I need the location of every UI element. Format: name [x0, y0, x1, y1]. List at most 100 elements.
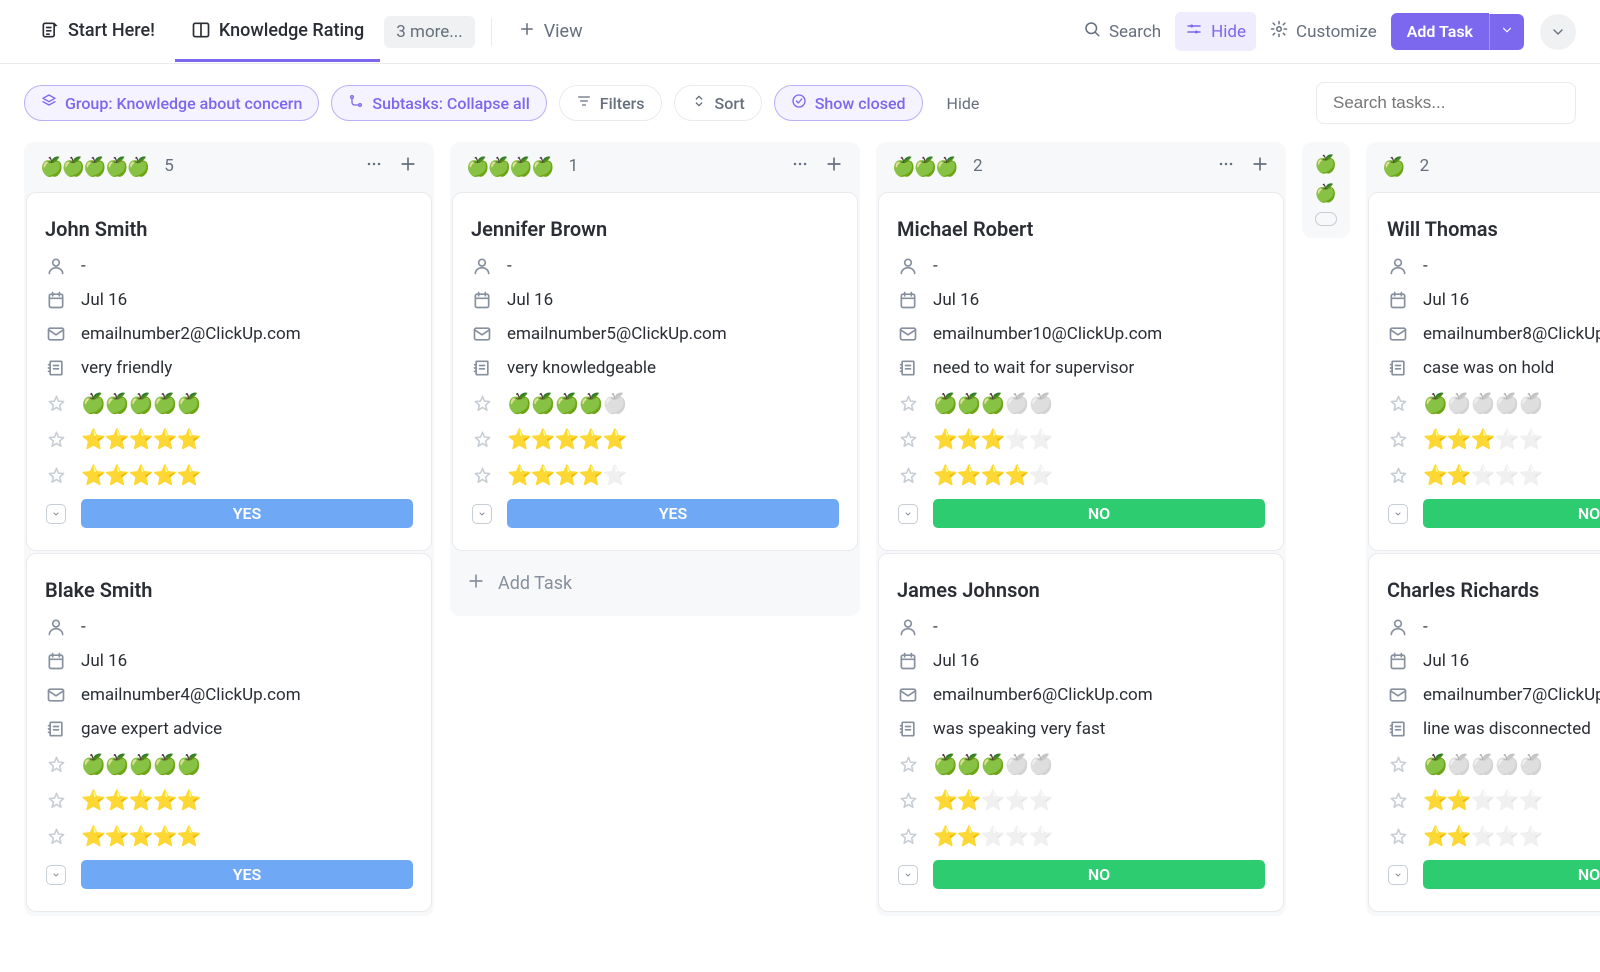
star-rating-1: ⭐⭐⭐⭐⭐: [507, 427, 627, 451]
assignee-icon: [45, 255, 67, 277]
column-more-icon[interactable]: [1216, 154, 1236, 178]
task-card[interactable]: Will Thomas - Jul 16 emailnumber8@ClickU…: [1368, 192, 1600, 551]
apple-rating: 🍏🍏🍏🍏🍏: [81, 752, 201, 776]
note-icon: [897, 718, 919, 740]
column-header[interactable]: 🍏🍏🍏🍏 1: [450, 142, 860, 190]
add-view-button[interactable]: View: [508, 12, 593, 51]
subtasks-label: Subtasks: Collapse all: [372, 94, 529, 113]
status-badge: NO: [933, 860, 1265, 889]
column-add-icon[interactable]: [1250, 154, 1270, 178]
board: 🍏🍏🍏🍏🍏 5 John Smith - Jul 16 emailnumber2…: [0, 142, 1600, 940]
search-button[interactable]: Search: [1073, 12, 1171, 51]
collapsed-column[interactable]: 🍏 🍏: [1302, 142, 1350, 238]
subtasks-chip[interactable]: Subtasks: Collapse all: [331, 85, 546, 121]
calendar-icon: [897, 650, 919, 672]
add-task-row[interactable]: Add Task: [452, 553, 858, 614]
star-icon: [897, 464, 919, 486]
assignee-value: -: [81, 256, 86, 276]
date-value: Jul 16: [507, 290, 553, 310]
tab-label: Knowledge Rating: [219, 20, 364, 41]
assignee-value: -: [81, 617, 86, 637]
column-more-icon[interactable]: [364, 154, 384, 178]
column-header[interactable]: 🍏🍏🍏🍏🍏 5: [24, 142, 434, 190]
star-rating-2: ⭐⭐⭐⭐⭐: [81, 824, 201, 848]
sort-chip[interactable]: Sort: [674, 85, 762, 121]
sort-label: Sort: [715, 94, 745, 113]
add-task-button[interactable]: Add Task: [1391, 13, 1524, 50]
star-rating-1: ⭐⭐⭐⭐⭐: [933, 788, 1053, 812]
divider: [491, 18, 492, 46]
group-chip[interactable]: Group: Knowledge about concern: [24, 85, 319, 121]
column-more-icon[interactable]: [790, 154, 810, 178]
star-rating-1: ⭐⭐⭐⭐⭐: [1423, 788, 1543, 812]
column-body: Jennifer Brown - Jul 16 emailnumber5@Cli…: [450, 190, 860, 616]
star-rating-1: ⭐⭐⭐⭐⭐: [1423, 427, 1543, 451]
more-menu-button[interactable]: [1540, 14, 1576, 50]
star-icon: [45, 464, 67, 486]
tab-start-here[interactable]: Start Here!: [24, 2, 171, 62]
hide-filters-button[interactable]: Hide: [935, 94, 992, 113]
calendar-icon: [1387, 650, 1409, 672]
filters-chip[interactable]: Filters: [559, 85, 662, 121]
star-icon: [897, 789, 919, 811]
add-task-label: Add Task: [498, 573, 572, 594]
email-icon: [471, 323, 493, 345]
hide-label: Hide: [1211, 22, 1246, 42]
view-label: View: [544, 21, 583, 42]
assignee-icon: [897, 616, 919, 638]
task-card[interactable]: James Johnson - Jul 16 emailnumber6@Clic…: [878, 553, 1284, 912]
topbar: Start Here! Knowledge Rating 3 more... V…: [0, 0, 1600, 64]
more-tabs-pill[interactable]: 3 more...: [384, 16, 474, 48]
search-icon: [1083, 20, 1101, 43]
subtask-icon: [348, 93, 364, 113]
star-icon: [45, 825, 67, 847]
email-value: emailnumber8@ClickUp.com: [1423, 324, 1600, 344]
email-icon: [45, 323, 67, 345]
hide-button[interactable]: Hide: [1175, 12, 1256, 51]
task-card[interactable]: Blake Smith - Jul 16 emailnumber4@ClickU…: [26, 553, 432, 912]
customize-button[interactable]: Customize: [1260, 12, 1387, 51]
task-title: Jennifer Brown: [471, 211, 839, 249]
task-card[interactable]: Charles Richards - Jul 16 emailnumber7@C…: [1368, 553, 1600, 912]
search-label: Search: [1109, 22, 1161, 42]
column-header[interactable]: 🍏 2: [1366, 142, 1600, 190]
column-header[interactable]: 🍏🍏🍏 2: [876, 142, 1286, 190]
task-card[interactable]: Jennifer Brown - Jul 16 emailnumber5@Cli…: [452, 192, 858, 551]
star-icon: [1387, 392, 1409, 414]
task-card[interactable]: Michael Robert - Jul 16 emailnumber10@Cl…: [878, 192, 1284, 551]
date-value: Jul 16: [81, 651, 127, 671]
board-column: 🍏🍏🍏 2 Michael Robert - Jul 16 emailnumbe…: [876, 142, 1286, 916]
star-icon: [1387, 789, 1409, 811]
task-card[interactable]: John Smith - Jul 16 emailnumber2@ClickUp…: [26, 192, 432, 551]
date-value: Jul 16: [1423, 290, 1469, 310]
calendar-icon: [45, 289, 67, 311]
note-value: line was disconnected: [1423, 719, 1591, 739]
board-column: 🍏🍏🍏🍏🍏 5 John Smith - Jul 16 emailnumber2…: [24, 142, 434, 916]
column-add-icon[interactable]: [398, 154, 418, 178]
dropdown-icon: [897, 864, 919, 886]
assignee-icon: [1387, 255, 1409, 277]
column-count: 2: [1420, 156, 1430, 176]
add-task-label[interactable]: Add Task: [1391, 13, 1489, 50]
star-icon: [45, 753, 67, 775]
show-closed-chip[interactable]: Show closed: [774, 85, 923, 121]
task-title: Blake Smith: [45, 572, 413, 610]
apple-rating: 🍏🍏🍏🍏🍏: [1423, 752, 1543, 776]
add-task-dropdown[interactable]: [1489, 14, 1524, 50]
email-value: emailnumber6@ClickUp.com: [933, 685, 1153, 705]
layers-icon: [41, 93, 57, 113]
calendar-icon: [897, 289, 919, 311]
apple-rating: 🍏🍏🍏🍏🍏: [933, 391, 1053, 415]
date-value: Jul 16: [1423, 651, 1469, 671]
column-add-icon[interactable]: [824, 154, 844, 178]
column-body: Will Thomas - Jul 16 emailnumber8@ClickU…: [1366, 190, 1600, 916]
search-tasks-input[interactable]: [1316, 82, 1576, 124]
list-pinned-icon: [40, 20, 60, 40]
column-apples: 🍏: [1382, 155, 1404, 178]
note-value: was speaking very fast: [933, 719, 1105, 739]
sort-icon: [691, 93, 707, 113]
email-value: emailnumber2@ClickUp.com: [81, 324, 301, 344]
note-icon: [45, 357, 67, 379]
date-value: Jul 16: [81, 290, 127, 310]
tab-knowledge-rating[interactable]: Knowledge Rating: [175, 2, 380, 62]
